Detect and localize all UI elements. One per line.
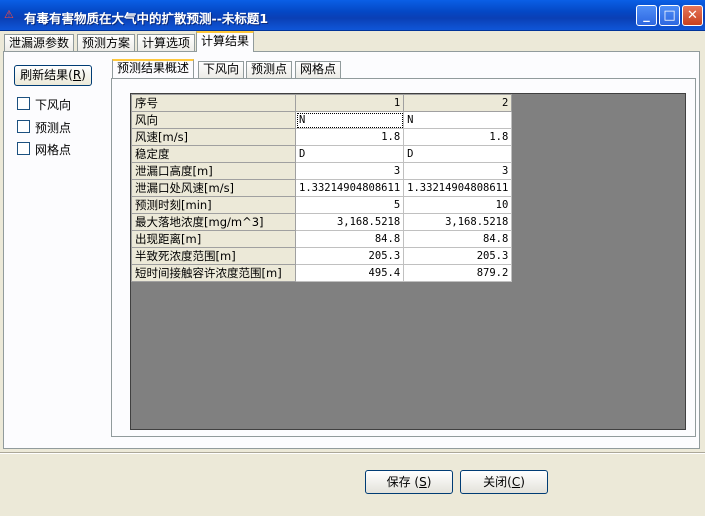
close-shortcut: C bbox=[511, 475, 521, 489]
save-label: 保存 bbox=[386, 475, 411, 489]
maximize-icon: □ bbox=[663, 8, 676, 23]
grid-cell[interactable]: 205.3 bbox=[294, 247, 405, 265]
title-bar: ⚠ 有毒有害物质在大气中的扩散预测--未标题1 _ □ ✕ bbox=[0, 0, 705, 31]
close-icon: ✕ bbox=[687, 8, 698, 23]
grid-cell[interactable]: 879.2 bbox=[403, 264, 513, 282]
grid-cell[interactable]: 10 bbox=[403, 196, 513, 214]
grid-cell[interactable]: 3 bbox=[403, 162, 513, 180]
inner-tab-grid-point[interactable]: 网格点 bbox=[295, 61, 342, 78]
grid-cell[interactable]: D bbox=[403, 145, 513, 163]
grid-cell[interactable]: 84.8 bbox=[294, 230, 405, 248]
grid-header-cell: 序号 bbox=[131, 94, 296, 112]
maximize-button[interactable]: □ bbox=[659, 5, 680, 26]
table-row: 稳定度 D D bbox=[131, 145, 513, 163]
footer-divider bbox=[0, 452, 705, 454]
refresh-shortcut: R bbox=[72, 68, 82, 82]
table-row: 半致死浓度范围[m] 205.3 205.3 bbox=[131, 247, 513, 265]
refresh-label: 刷新结果 bbox=[20, 68, 69, 82]
inner-tab-prediction-point[interactable]: 预测点 bbox=[246, 61, 293, 78]
grid-header-row: 序号 1 2 bbox=[131, 94, 513, 112]
save-shortcut: S bbox=[419, 475, 427, 489]
table-row: 短时间接触容许浓度范围[m] 495.4 879.2 bbox=[131, 264, 513, 282]
grid-cell[interactable]: 1.8 bbox=[294, 128, 405, 146]
grid-cell[interactable]: 5 bbox=[294, 196, 405, 214]
checkbox-prediction-point-label: 预测点 bbox=[35, 121, 72, 135]
table-row: 泄漏口高度[m] 3 3 bbox=[131, 162, 513, 180]
table-row: 风速[m/s] 1.8 1.8 bbox=[131, 128, 513, 146]
tab-leak-source-params[interactable]: 泄漏源参数 bbox=[4, 34, 75, 52]
row-label: 半致死浓度范围[m] bbox=[131, 247, 296, 265]
row-label: 泄漏口高度[m] bbox=[131, 162, 296, 180]
grid-cell[interactable]: 84.8 bbox=[403, 230, 513, 248]
grid-cell[interactable]: 205.3 bbox=[403, 247, 513, 265]
inner-tab-overview[interactable]: 预测结果概述 bbox=[112, 59, 195, 78]
grid-cell[interactable]: N bbox=[294, 111, 405, 129]
minimize-button[interactable]: _ bbox=[636, 5, 657, 26]
table-row: 风向 N N bbox=[131, 111, 513, 129]
inner-tab-downwind[interactable]: 下风向 bbox=[198, 61, 245, 78]
table-row: 泄漏口处风速[m/s] 1.33214904808611 1.332149048… bbox=[131, 179, 513, 197]
grid-cell[interactable]: 1.33214904808611 bbox=[403, 179, 513, 197]
tab-calc-results[interactable]: 计算结果 bbox=[196, 31, 255, 52]
table-row: 出现距离[m] 84.8 84.8 bbox=[131, 230, 513, 248]
window-title: 有毒有害物质在大气中的扩散预测--未标题1 bbox=[24, 11, 269, 26]
checkbox-prediction-point[interactable] bbox=[17, 120, 30, 133]
row-label: 短时间接触容许浓度范围[m] bbox=[131, 264, 296, 282]
grid-header-cell: 2 bbox=[403, 94, 513, 112]
row-label: 风向 bbox=[131, 111, 296, 129]
tab-prediction-scheme[interactable]: 预测方案 bbox=[77, 34, 136, 52]
grid-header-cell: 1 bbox=[294, 94, 405, 112]
grid-cell[interactable]: 1.33214904808611 bbox=[294, 179, 405, 197]
grid-cell[interactable]: 495.4 bbox=[294, 264, 405, 282]
grid-cell[interactable]: 3,168.5218 bbox=[403, 213, 513, 231]
checkbox-downwind-label: 下风向 bbox=[35, 98, 72, 112]
table-row: 预测时刻[min] 5 10 bbox=[131, 196, 513, 214]
checkbox-grid-point[interactable] bbox=[17, 142, 30, 155]
results-grid[interactable]: 序号 1 2 风向 N N 风速[m/s] 1.8 1.8 稳定度 D D 泄漏… bbox=[131, 94, 513, 282]
grid-cell[interactable]: 3 bbox=[294, 162, 405, 180]
row-label: 最大落地浓度[mg/m^3] bbox=[131, 213, 296, 231]
row-label: 风速[m/s] bbox=[131, 128, 296, 146]
app-icon: ⚠ bbox=[4, 8, 14, 21]
grid-cell[interactable]: 1.8 bbox=[403, 128, 513, 146]
close-window-button[interactable]: ✕ bbox=[682, 5, 703, 26]
close-label: 关闭 bbox=[483, 475, 508, 489]
row-label: 泄漏口处风速[m/s] bbox=[131, 179, 296, 197]
checkbox-grid-point-label: 网格点 bbox=[35, 143, 72, 157]
row-label: 出现距离[m] bbox=[131, 230, 296, 248]
grid-cell[interactable]: 3,168.5218 bbox=[294, 213, 405, 231]
grid-cell[interactable]: D bbox=[294, 145, 405, 163]
close-button[interactable]: 关闭(C) bbox=[460, 470, 548, 494]
row-label: 稳定度 bbox=[131, 145, 296, 163]
refresh-results-button[interactable]: 刷新结果(R) bbox=[14, 65, 92, 86]
minimize-icon: _ bbox=[643, 8, 650, 23]
grid-cell[interactable]: N bbox=[403, 111, 513, 129]
checkbox-downwind[interactable] bbox=[17, 97, 30, 110]
tab-calc-options[interactable]: 计算选项 bbox=[137, 34, 196, 52]
table-row: 最大落地浓度[mg/m^3] 3,168.5218 3,168.5218 bbox=[131, 213, 513, 231]
row-label: 预测时刻[min] bbox=[131, 196, 296, 214]
save-button[interactable]: 保存 (S) bbox=[365, 470, 453, 494]
